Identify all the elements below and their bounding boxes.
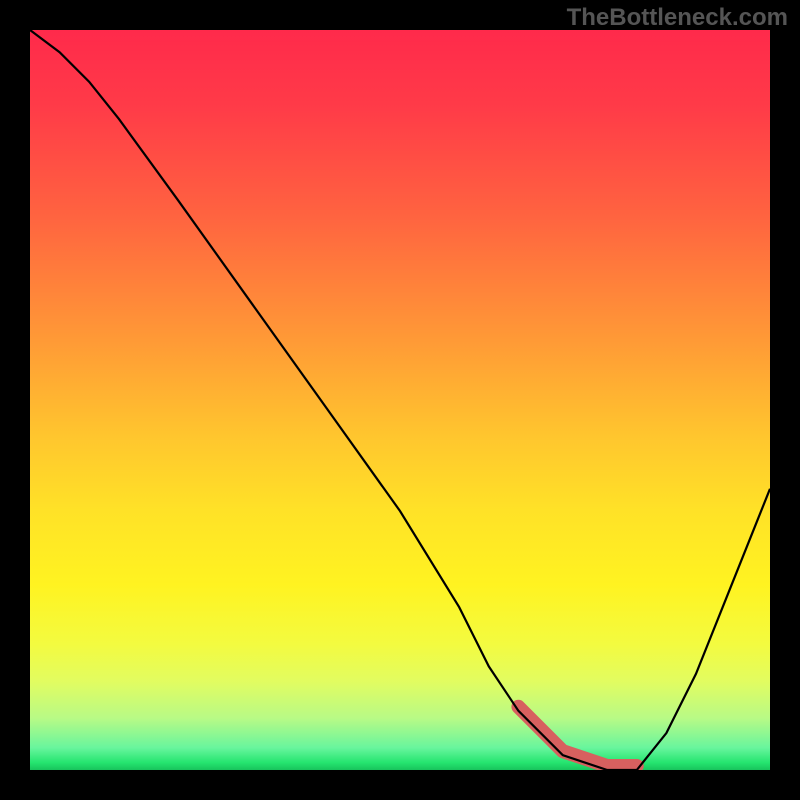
chart-plot-area xyxy=(30,30,770,770)
highlight-segment xyxy=(518,707,636,766)
chart-overlay xyxy=(30,30,770,770)
mismatch-curve xyxy=(30,30,770,770)
watermark-text: TheBottleneck.com xyxy=(567,4,788,32)
